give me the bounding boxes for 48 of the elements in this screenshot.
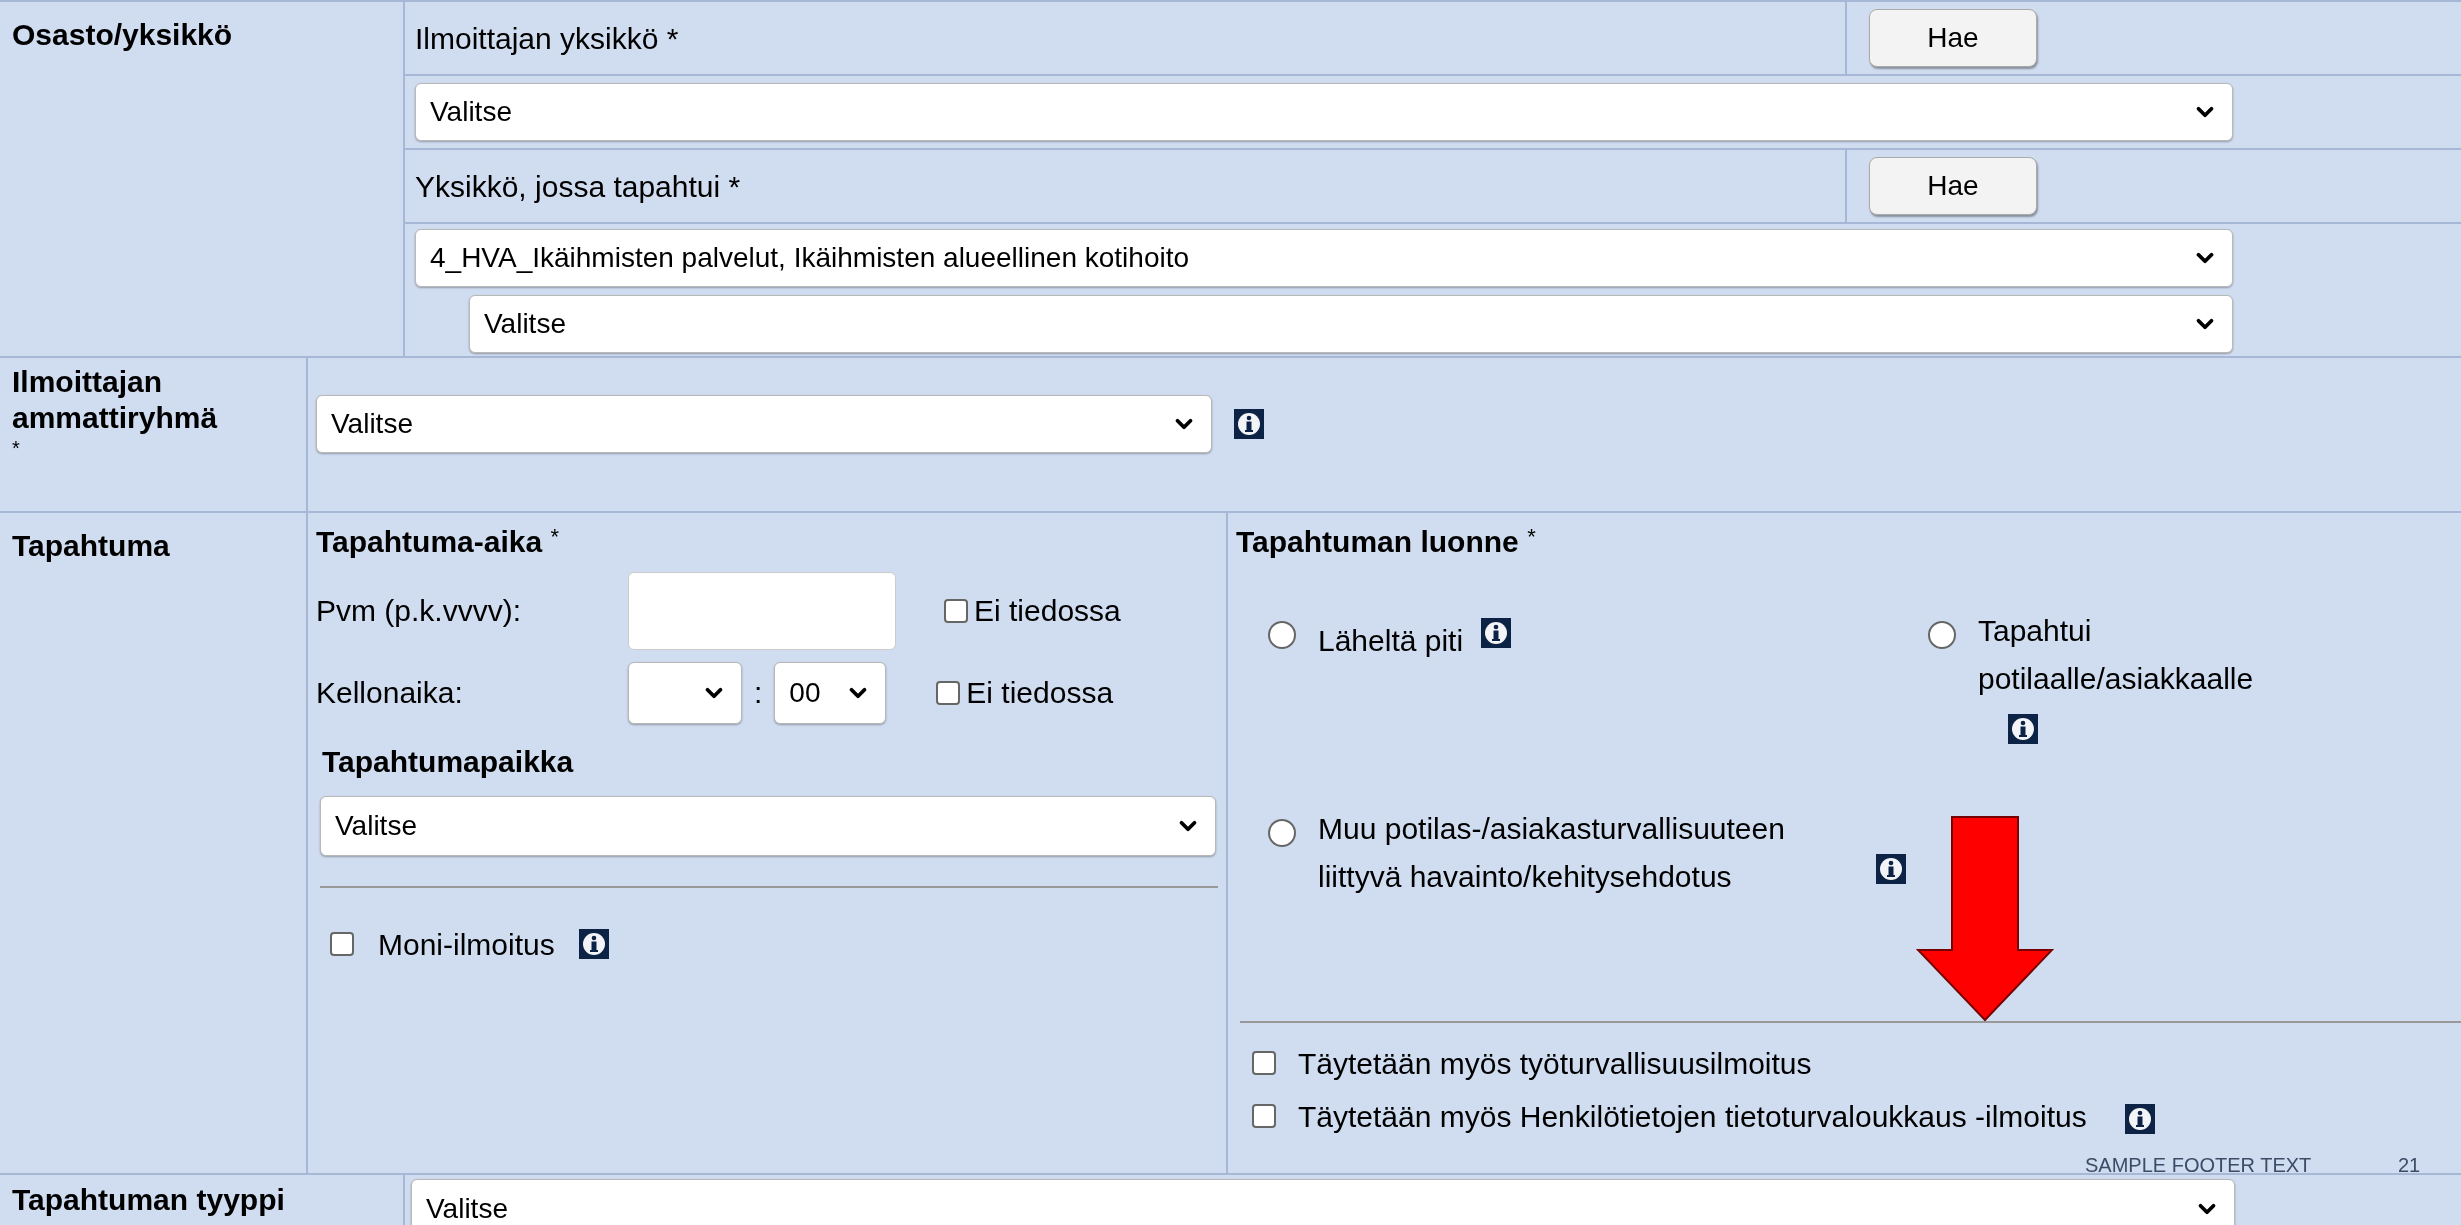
checkbox-label: Ei tiedossa (974, 593, 1121, 629)
section-label: Tapahtuma (12, 529, 170, 562)
checkbox-label: Täytetään myös Henkilötietojen tietoturvaloukkaus -ilmoitus (1298, 1098, 2087, 1135)
search-button[interactable]: Hae (1869, 9, 2037, 67)
field-label: Yksikkö, jossa tapahtui * (415, 168, 741, 205)
info-icon[interactable] (2008, 713, 2038, 744)
info-icon[interactable] (1481, 617, 1512, 648)
dropdown[interactable]: Valitse (411, 1179, 2235, 1225)
time-separator: : (754, 675, 763, 711)
dropdown[interactable]: 4_HVA_Ikäihmisten palvelut, Ikäihmisten alueellinen kotihoito (415, 229, 2233, 287)
section-label: Tapahtuman tyyppi (12, 1183, 285, 1216)
dropdown[interactable]: Valitse (320, 795, 1216, 856)
field-label: Ilmoittajan yksikkö * (415, 20, 679, 57)
info-icon[interactable] (1876, 853, 1906, 884)
page-number: 21 (2398, 1153, 2421, 1178)
radio-label: Muu potilas-/asiakasturvallisuuteen liittyvä havainto/kehitysehdotus (1318, 810, 1786, 895)
date-field[interactable] (628, 571, 896, 650)
field-label: Kellonaika: (316, 675, 464, 711)
field-label: Pvm (p.k.vvvv): (316, 593, 522, 629)
checkbox-label: Täytetään myös työturvallisuusilmoitus (1298, 1045, 1812, 1082)
checkbox[interactable] (944, 598, 968, 623)
radio-button[interactable] (1928, 620, 1956, 649)
dropdown[interactable]: Valitse (415, 83, 2233, 141)
section-label: Ilmoittajan ammattiryhmä (12, 364, 219, 436)
checkbox-label: Moni-ilmoitus (378, 926, 555, 963)
radio-button[interactable] (1268, 620, 1296, 649)
radio-button[interactable] (1268, 818, 1296, 847)
dropdown[interactable]: 00 (774, 661, 887, 724)
field-heading: Tapahtuma-aika * (316, 523, 561, 560)
checkbox[interactable] (1252, 1104, 1276, 1128)
footer-text: SAMPLE FOOTER TEXT (2085, 1153, 2312, 1178)
field-heading: Tapahtumapaikka (321, 743, 575, 780)
checkbox[interactable] (330, 932, 354, 956)
dropdown[interactable]: Valitse (316, 394, 1212, 453)
checkbox[interactable] (1252, 1051, 1276, 1075)
radio-label: Tapahtui potilaalle/asiakkaalle (1978, 612, 2255, 697)
search-button[interactable]: Hae (1869, 157, 2037, 215)
dropdown[interactable]: Valitse (469, 295, 2233, 353)
info-icon[interactable] (1234, 408, 1264, 439)
checkbox[interactable] (936, 680, 961, 705)
section-label: Osasto/yksikkö (12, 18, 233, 51)
required-mark: * (12, 436, 21, 460)
info-icon[interactable] (578, 929, 609, 959)
arrow-icon (1916, 816, 2054, 1022)
checkbox-label: Ei tiedossa (966, 675, 1114, 711)
field-heading: Tapahtuman luonne * (1236, 523, 1537, 560)
info-icon[interactable] (2124, 1103, 2155, 1134)
radio-label: Läheltä piti (1318, 622, 1464, 659)
